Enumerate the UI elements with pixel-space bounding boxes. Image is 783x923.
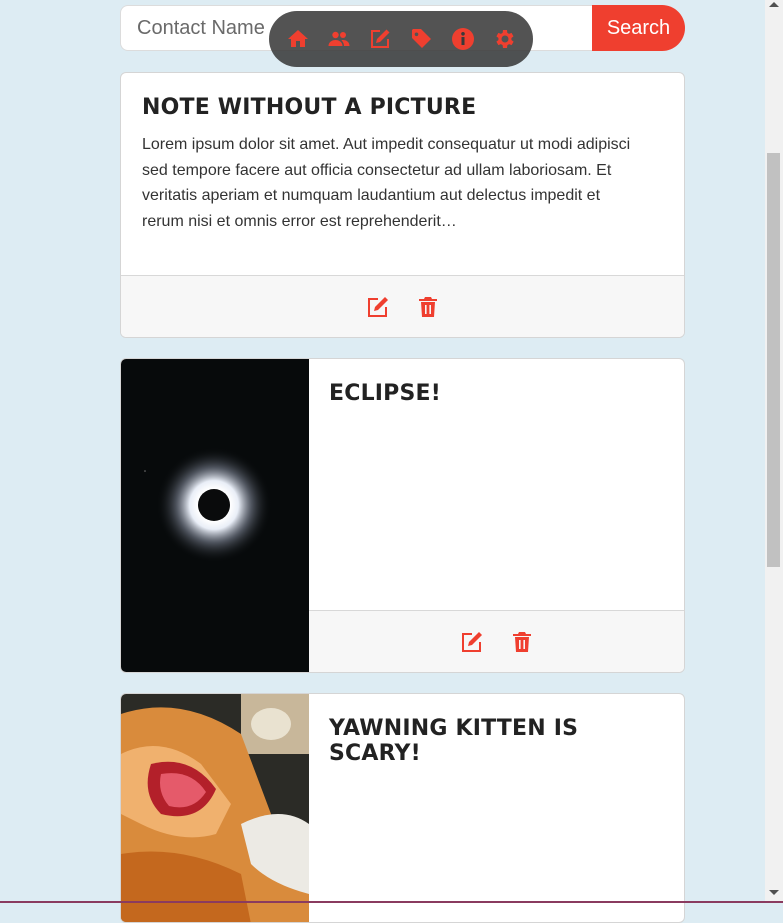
delete-icon[interactable] — [510, 630, 534, 654]
scroll-up-arrow-icon[interactable] — [769, 2, 779, 7]
edit-icon[interactable] — [366, 295, 390, 319]
scrollbar-thumb[interactable] — [767, 153, 780, 567]
note-card: ECLIPSE! — [120, 358, 685, 673]
note-title: YAWNING KITTEN IS SCARY! — [329, 716, 579, 766]
note-title: ECLIPSE! — [329, 381, 442, 406]
settings-icon[interactable] — [491, 26, 517, 52]
note-actions — [121, 275, 684, 337]
note-content: NOTE WITHOUT A PICTURE Lorem ipsum dolor… — [142, 95, 644, 234]
tag-icon[interactable] — [409, 26, 435, 52]
note-content: YAWNING KITTEN IS SCARY! — [329, 716, 664, 766]
scroll-down-arrow-icon[interactable] — [769, 890, 779, 895]
scrollbar[interactable] — [765, 0, 783, 903]
search-button[interactable]: Search — [592, 5, 685, 51]
contacts-icon[interactable] — [326, 26, 352, 52]
edit-note-icon[interactable] — [367, 26, 393, 52]
note-card: NOTE WITHOUT A PICTURE Lorem ipsum dolor… — [120, 72, 685, 338]
note-content: ECLIPSE! — [329, 381, 664, 406]
note-actions — [309, 610, 684, 672]
note-body: Lorem ipsum dolor sit amet. Aut impedit … — [142, 136, 631, 230]
info-icon[interactable] — [450, 26, 476, 52]
note-card: YAWNING KITTEN IS SCARY! — [120, 693, 685, 923]
delete-icon[interactable] — [416, 295, 440, 319]
note-title: NOTE WITHOUT A PICTURE — [142, 95, 477, 120]
home-icon[interactable] — [285, 26, 311, 52]
floating-toolbar — [269, 11, 533, 67]
eclipse-photo — [121, 359, 309, 672]
kitten-photo — [121, 694, 309, 922]
edit-icon[interactable] — [460, 630, 484, 654]
